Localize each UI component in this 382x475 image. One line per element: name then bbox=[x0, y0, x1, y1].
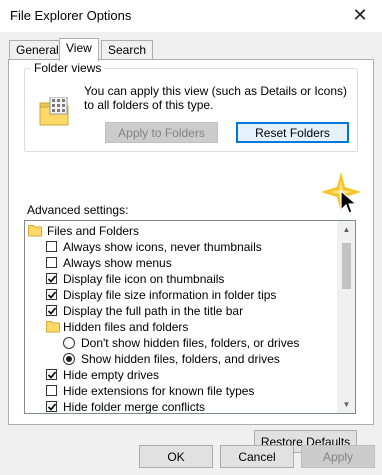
apply-button[interactable]: Apply bbox=[301, 445, 375, 468]
folder-views-legend: Folder views bbox=[31, 61, 105, 75]
cancel-button[interactable]: Cancel bbox=[220, 445, 294, 468]
checkmark-icon bbox=[47, 275, 57, 283]
advanced-settings-label: Advanced settings: bbox=[27, 203, 129, 217]
tab-view[interactable]: View bbox=[59, 38, 99, 61]
title-bar: File Explorer Options ✕ bbox=[0, 0, 382, 32]
reset-folders-button[interactable]: Reset Folders bbox=[236, 122, 349, 143]
tree-item-label: Hide folder merge conflicts bbox=[63, 400, 206, 414]
radio-dot-icon bbox=[66, 356, 72, 362]
window-title: File Explorer Options bbox=[10, 8, 132, 23]
close-icon[interactable]: ✕ bbox=[350, 4, 370, 26]
radio-button[interactable] bbox=[63, 337, 75, 349]
advanced-settings-tree[interactable]: Files and Folders Always show icons, nev… bbox=[24, 220, 356, 414]
checkbox-checked[interactable] bbox=[46, 369, 57, 380]
tree-item-label: Hide empty drives bbox=[63, 368, 160, 382]
scroll-down-arrow-icon[interactable]: ▼ bbox=[338, 396, 355, 413]
checkbox-checked[interactable] bbox=[46, 289, 57, 300]
tab-general[interactable]: General bbox=[9, 40, 66, 60]
tree-item-label: Files and Folders bbox=[47, 224, 140, 238]
tree-item-label: Always show menus bbox=[63, 256, 172, 270]
tree-item-label: Always show icons, never thumbnails bbox=[63, 240, 262, 254]
checkmark-icon bbox=[47, 403, 57, 411]
tree-scrollbar[interactable]: ▲ ▼ bbox=[337, 221, 355, 413]
dialog-body: General View Search Folder views You can… bbox=[0, 32, 382, 475]
folder-view-icon bbox=[39, 97, 69, 126]
tree-item-label: Hide extensions for known file types bbox=[63, 384, 255, 398]
checkbox[interactable] bbox=[46, 257, 57, 268]
tree-item-label: Display file size information in folder … bbox=[63, 288, 277, 302]
apply-to-folders-button[interactable]: Apply to Folders bbox=[105, 122, 218, 143]
ok-button[interactable]: OK bbox=[139, 445, 213, 468]
checkbox[interactable] bbox=[46, 241, 57, 252]
checkmark-icon bbox=[47, 307, 57, 315]
tree-item-label: Show hidden files, folders, and drives bbox=[81, 352, 280, 366]
checkbox[interactable] bbox=[46, 385, 57, 396]
scrollbar-thumb[interactable] bbox=[342, 243, 351, 289]
checkmark-icon bbox=[47, 291, 57, 299]
radio-button-selected[interactable] bbox=[63, 353, 75, 365]
tree-item-label: Hidden files and folders bbox=[63, 320, 189, 334]
checkbox-checked[interactable] bbox=[46, 273, 57, 284]
folder-icon bbox=[28, 225, 42, 237]
folder-icon bbox=[46, 321, 60, 333]
tree-item-label: Display file icon on thumbnails bbox=[63, 272, 225, 286]
tab-search[interactable]: Search bbox=[101, 40, 154, 60]
view-tab-panel: Folder views You can apply this view (su… bbox=[8, 59, 374, 453]
tree-item-label: Don't show hidden files, folders, or dri… bbox=[81, 336, 300, 350]
checkbox-checked[interactable] bbox=[46, 305, 57, 316]
folder-views-group: Folder views You can apply this view (su… bbox=[24, 61, 358, 152]
checkbox-checked[interactable] bbox=[46, 401, 57, 412]
mouse-cursor-icon bbox=[340, 190, 358, 214]
tree-item-label: Display the full path in the title bar bbox=[63, 304, 244, 318]
scroll-up-arrow-icon[interactable]: ▲ bbox=[338, 221, 355, 238]
folder-views-description: You can apply this view (such as Details… bbox=[84, 84, 348, 112]
checkmark-icon bbox=[47, 371, 57, 379]
